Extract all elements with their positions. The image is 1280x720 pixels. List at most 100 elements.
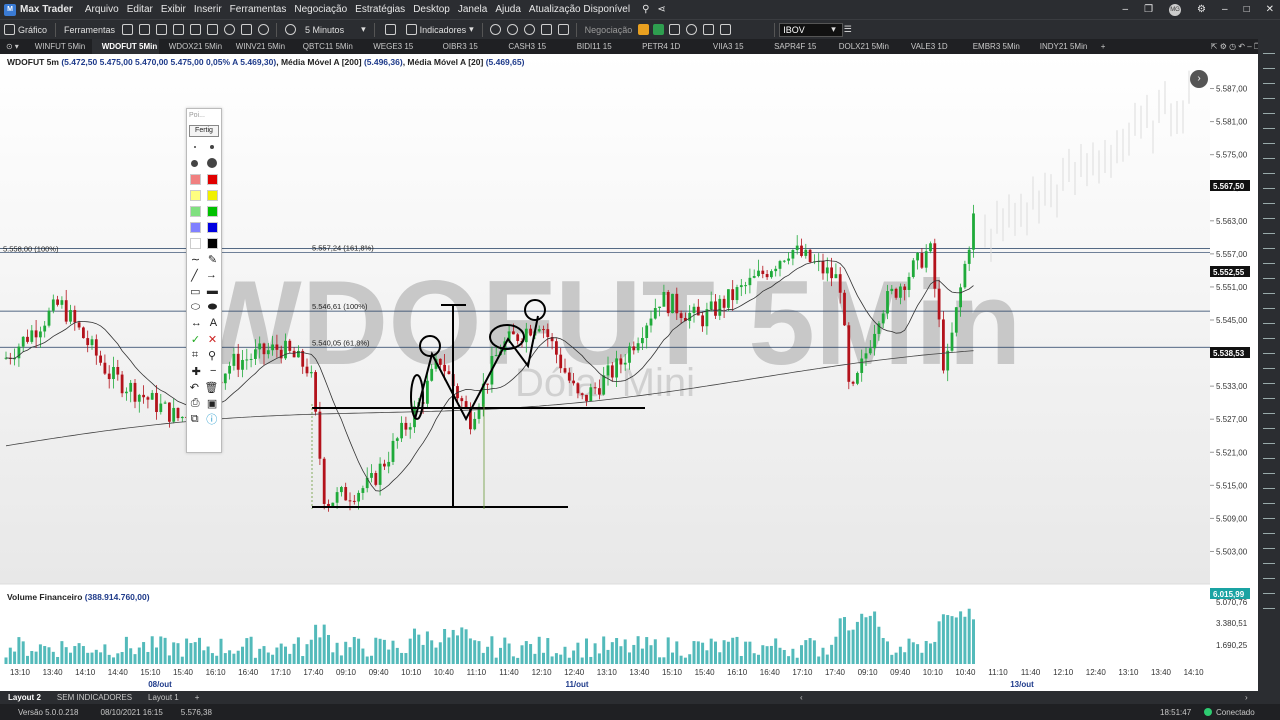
radar-icon[interactable] — [224, 24, 236, 35]
drawing-tool-icon[interactable] — [1263, 569, 1275, 579]
filled-ellipse-icon[interactable]: ⬬ — [208, 301, 217, 314]
new-tab-icon[interactable]: + — [1101, 42, 1106, 51]
drawing-tool-icon[interactable] — [1263, 449, 1275, 459]
share-icon[interactable]: ⋖ — [657, 4, 665, 15]
menu-editar[interactable]: Editar — [127, 4, 153, 15]
ferramentas-button[interactable]: Ferramentas — [64, 25, 115, 35]
layout-tab[interactable]: Layout 1 — [140, 693, 187, 702]
book-icon[interactable] — [207, 24, 219, 35]
drawing-tool-icon[interactable] — [1263, 554, 1275, 564]
undo-icon[interactable]: ↶ — [190, 381, 199, 394]
layout-icon[interactable] — [156, 24, 168, 35]
dom-icon[interactable] — [703, 24, 715, 35]
chevron-down-icon[interactable]: ▾ — [15, 42, 19, 51]
menu-negociacao[interactable]: Negociação — [294, 4, 347, 15]
palette-search-input[interactable]: Poi... — [187, 109, 221, 123]
order-c-icon[interactable] — [638, 24, 650, 35]
drawing-tool-icon[interactable] — [1263, 524, 1275, 534]
tab-embr3-5min[interactable]: EMBR3 5Min — [963, 39, 1030, 54]
drawing-tool-icon[interactable] — [1263, 599, 1275, 609]
scroll-right-icon[interactable]: › — [1245, 693, 1248, 702]
indicadores-button[interactable]: Indicadores ▾ — [405, 24, 474, 35]
trash-icon[interactable]: 🗑 — [204, 381, 218, 394]
freehand-icon[interactable]: ∼ — [191, 253, 200, 266]
drawing-tool-icon[interactable] — [1263, 434, 1275, 444]
settings-icon[interactable] — [258, 24, 270, 35]
close-icon[interactable]: ✕ — [1266, 4, 1274, 15]
grafico-button[interactable]: Gráfico — [4, 24, 47, 35]
timeframe-select[interactable]: 5 Minutos ▾ — [285, 24, 366, 35]
drawing-tool-icon[interactable] — [1263, 404, 1275, 414]
arrow-icon[interactable]: → — [206, 269, 217, 281]
text-icon[interactable]: A — [210, 317, 217, 329]
minus-icon[interactable]: − — [210, 365, 216, 377]
tab-winfut-5min[interactable]: WINFUT 5Min — [25, 39, 92, 54]
add-tab-icon[interactable]: ⊙ — [6, 42, 13, 51]
drawing-tool-icon[interactable] — [1263, 74, 1275, 84]
print-icon[interactable]: ⎙ — [191, 397, 200, 410]
menu-ferramentas[interactable]: Ferramentas — [230, 4, 287, 15]
tab-oibr3-15[interactable]: OIBR3 15 — [427, 39, 494, 54]
menu-desktop[interactable]: Desktop — [413, 4, 450, 15]
color-swatch[interactable] — [190, 173, 201, 185]
drawing-tool-icon[interactable] — [1263, 269, 1275, 279]
dot-small-icon[interactable] — [194, 146, 196, 148]
compare-icon[interactable] — [540, 24, 552, 35]
drawing-tool-icon[interactable] — [1263, 479, 1275, 489]
order-v-icon[interactable] — [653, 24, 665, 35]
avatar[interactable]: MG — [1169, 3, 1182, 16]
scroll-left-icon[interactable]: ‹ — [800, 693, 803, 702]
book-order-icon[interactable] — [669, 24, 681, 35]
grid-icon[interactable] — [122, 24, 134, 35]
color-swatch[interactable] — [207, 173, 218, 185]
maximize-icon[interactable]: □ — [1244, 4, 1250, 15]
drawing-tool-icon[interactable] — [1263, 209, 1275, 219]
tab-winv21-5min[interactable]: WINV21 5Min — [226, 39, 293, 54]
drawing-tool-icon[interactable] — [1263, 374, 1275, 384]
drawing-tool-icon[interactable] — [1263, 494, 1275, 504]
cart-icon[interactable] — [190, 24, 202, 35]
line-icon[interactable]: ╱ — [191, 269, 198, 282]
tab-cash3-15[interactable]: CASH3 15 — [494, 39, 561, 54]
filled-rectangle-icon[interactable]: ▬ — [207, 285, 218, 297]
strategy-icon[interactable] — [241, 24, 253, 35]
crop-icon[interactable]: ⌗ — [192, 349, 198, 362]
color-swatch[interactable] — [190, 221, 201, 233]
dot-large-icon[interactable] — [191, 159, 199, 167]
dot-medium-icon[interactable] — [210, 145, 214, 149]
drawing-tool-icon[interactable] — [1263, 134, 1275, 144]
tab-qbtc11-5min[interactable]: QBTC11 5Min — [293, 39, 360, 54]
chevron-down-icon[interactable]: ▾ — [831, 24, 836, 35]
menu-ajuda[interactable]: Ajuda — [495, 4, 521, 15]
scroll-right-button[interactable]: › — [1190, 70, 1208, 88]
negociacao-label[interactable]: Negociação — [585, 25, 633, 35]
drawing-tool-icon[interactable] — [1263, 44, 1275, 54]
copy-icon[interactable]: ⧉ — [191, 413, 199, 426]
menu-arquivo[interactable]: Arquivo — [85, 4, 119, 15]
layout-tab[interactable]: Layout 2 — [0, 693, 49, 702]
drawing-tool-icon[interactable] — [1263, 314, 1275, 324]
menu-janela[interactable]: Janela — [458, 4, 487, 15]
menu-inserir[interactable]: Inserir — [194, 4, 222, 15]
minimize-icon[interactable]: – — [1123, 4, 1129, 15]
zoom-icon[interactable]: ⚲ — [208, 349, 216, 362]
candle-type-icon[interactable] — [384, 24, 396, 35]
drawing-tool-icon[interactable] — [1263, 179, 1275, 189]
tab-indy21-5min[interactable]: INDY21 5Min — [1030, 39, 1097, 54]
menu-exibir[interactable]: Exibir — [161, 4, 186, 15]
color-swatch[interactable] — [207, 221, 218, 233]
check-icon[interactable]: ✓ — [191, 333, 200, 346]
drawing-tool-icon[interactable] — [1263, 419, 1275, 429]
drawing-tool-icon[interactable] — [1263, 194, 1275, 204]
drawing-tool-icon[interactable] — [1263, 224, 1275, 234]
template-icon[interactable] — [557, 24, 569, 35]
drawing-tool-icon[interactable] — [1263, 89, 1275, 99]
drawing-tool-icon[interactable] — [1263, 104, 1275, 114]
pencil-icon[interactable]: ✎ — [208, 253, 217, 266]
tab-wdofut-5min[interactable]: WDOFUT 5Min — [91, 39, 159, 54]
tab-vale3-1d[interactable]: VALE3 1D — [896, 39, 963, 54]
color-swatch[interactable] — [190, 237, 201, 249]
drawing-tool-icon[interactable] — [1263, 359, 1275, 369]
menu-atualizacao[interactable]: Atualização Disponível — [529, 4, 630, 15]
drawing-tool-icon[interactable] — [1263, 164, 1275, 174]
